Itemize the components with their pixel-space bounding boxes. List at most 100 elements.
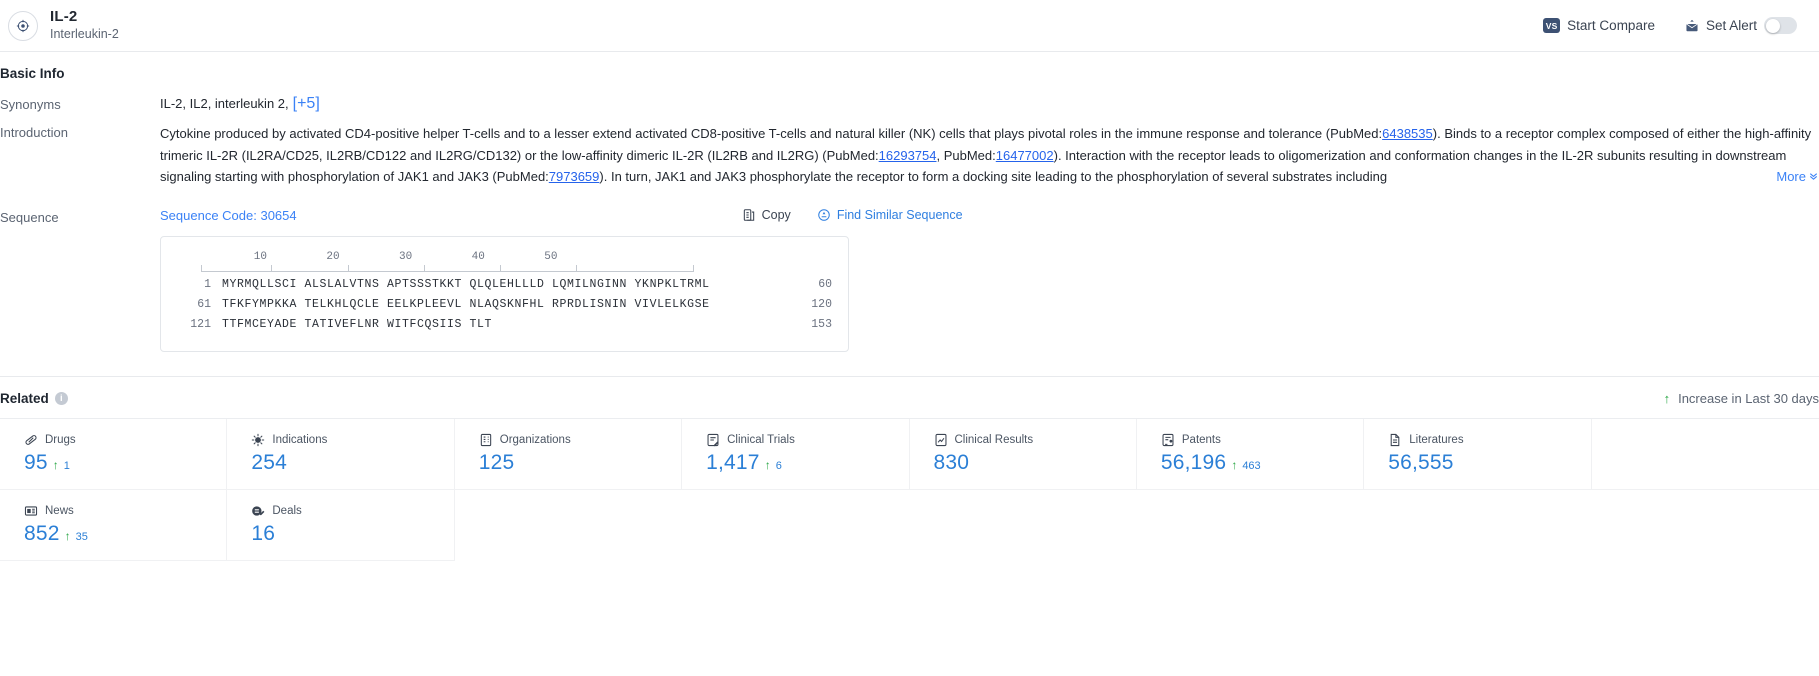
- stat-cell-deals[interactable]: Deals16: [227, 490, 454, 561]
- stat-cell-indications[interactable]: Indications254: [227, 419, 454, 490]
- ruler-tick: [500, 265, 501, 272]
- stat-header: Drugs: [24, 433, 226, 447]
- patent-icon: [1161, 433, 1175, 447]
- ruler-tick: [271, 265, 272, 272]
- stat-cell-empty: [1592, 419, 1819, 490]
- stat-delta: 35: [76, 531, 88, 543]
- copy-sequence-button[interactable]: Copy: [742, 208, 791, 222]
- copy-icon: [742, 208, 756, 222]
- increase-legend: ↑ Increase in Last 30 days: [1664, 391, 1819, 406]
- stat-value[interactable]: 95: [24, 451, 48, 475]
- related-header: Related i ↑ Increase in Last 30 days: [0, 377, 1819, 406]
- sequence-start-index: 61: [177, 295, 211, 315]
- stat-label: Organizations: [500, 434, 571, 446]
- stat-value[interactable]: 852: [24, 522, 60, 546]
- stat-value[interactable]: 125: [479, 451, 515, 475]
- stat-delta: 1: [64, 460, 70, 472]
- synonyms-value: IL-2, IL2, interleukin 2,: [160, 96, 289, 111]
- sequence-lines: 1MYRMQLLSCI ALSLALVTNS APTSSSTKKT QLQLEH…: [177, 275, 832, 335]
- page-subtitle: Interleukin-2: [50, 28, 119, 42]
- sequence-body: Sequence Code: 30654 Copy: [160, 208, 1819, 352]
- stat-value-row: 56,555: [1388, 451, 1590, 475]
- stat-up-arrow-icon: ↑: [1231, 458, 1237, 472]
- sequence-ruler: 10 20 30 40 50: [201, 251, 832, 275]
- stat-cell-literatures[interactable]: Literatures 56,555: [1364, 419, 1591, 490]
- stat-label: Patents: [1182, 434, 1221, 446]
- stat-header: Literatures: [1388, 433, 1590, 447]
- stat-header: Clinical Results: [934, 433, 1136, 447]
- start-compare-label: Start Compare: [1567, 18, 1655, 33]
- pubmed-link[interactable]: 16293754: [879, 148, 937, 163]
- synonyms-more-link[interactable]: [+5]: [293, 95, 320, 112]
- pubmed-link[interactable]: 16477002: [996, 148, 1054, 163]
- sequence-ruler-line: [201, 265, 694, 272]
- sequence-residues: MYRMQLLSCI ALSLALVTNS APTSSSTKKT QLQLEHL…: [222, 275, 710, 295]
- start-compare-button[interactable]: VS Start Compare: [1543, 18, 1655, 33]
- target-crosshair-icon: [8, 11, 38, 41]
- ruler-tick: [576, 265, 577, 272]
- stat-cell-drugs[interactable]: Drugs 95 ↑ 1: [0, 419, 227, 490]
- stat-value-row: 1,417↑6: [706, 451, 908, 475]
- find-similar-sequence-button[interactable]: Find Similar Sequence: [817, 208, 963, 222]
- pubmed-link[interactable]: 7973659: [549, 169, 600, 184]
- stat-cell-patents[interactable]: Patents56,196↑463: [1137, 419, 1364, 490]
- info-icon[interactable]: i: [55, 392, 68, 405]
- literature-icon: [1388, 433, 1402, 447]
- introduction-more-label: More: [1776, 166, 1806, 188]
- stat-up-arrow-icon: ↑: [65, 529, 71, 543]
- stat-value[interactable]: 1,417: [706, 451, 760, 475]
- sequence-end-index: 60: [806, 275, 832, 295]
- stat-value[interactable]: 830: [934, 451, 970, 475]
- stat-up-arrow-icon: ↑: [765, 458, 771, 472]
- find-similar-label: Find Similar Sequence: [837, 208, 963, 222]
- stat-up-arrow-icon: ↑: [53, 458, 59, 472]
- stat-value[interactable]: 16: [251, 522, 275, 546]
- header-actions: VS Start Compare Set Alert: [1543, 17, 1797, 34]
- introduction-more-button[interactable]: More: [1770, 166, 1819, 188]
- stat-header: News: [24, 504, 226, 518]
- basic-info-heading: Basic Info: [0, 52, 1819, 87]
- stat-label: Clinical Trials: [727, 434, 795, 446]
- stat-value[interactable]: 56,196: [1161, 451, 1226, 475]
- stat-cell-organizations[interactable]: Organizations 125: [455, 419, 682, 490]
- stat-value-row: 852 ↑ 35: [24, 522, 226, 546]
- ruler-tick: [424, 265, 425, 272]
- sequence-line: 121TTFMCEYADE TATIVEFLNR WITFCQSIIS TLT1…: [177, 315, 832, 335]
- stat-value-row: 254: [251, 451, 453, 475]
- page-title: IL-2: [50, 9, 119, 26]
- sequence-viewer: 10 20 30 40 50 1MYRMQLLSCI ALSLALVTNS AP…: [160, 236, 849, 352]
- vs-icon: VS: [1543, 18, 1560, 33]
- stat-value-row: 56,196↑463: [1161, 451, 1363, 475]
- sequence-start-index: 121: [177, 315, 211, 335]
- stat-header: Organizations: [479, 433, 681, 447]
- stat-cell-clinical-results[interactable]: Clinical Results 830: [910, 419, 1137, 490]
- building-icon: [479, 433, 493, 447]
- stat-value[interactable]: 254: [251, 451, 287, 475]
- pubmed-link[interactable]: 6438535: [1382, 126, 1433, 141]
- pill-icon: [24, 433, 38, 447]
- sequence-residues: TTFMCEYADE TATIVEFLNR WITFCQSIIS TLT: [222, 315, 492, 335]
- set-alert-button[interactable]: Set Alert: [1685, 17, 1797, 34]
- stat-value-row: 95 ↑ 1: [24, 451, 226, 475]
- stat-label: Literatures: [1409, 434, 1463, 446]
- synonyms-label: Synonyms: [0, 95, 160, 112]
- introduction-body: Cytokine produced by activated CD4-posit…: [160, 123, 1819, 188]
- stat-cell-clinical-trials[interactable]: Clinical Trials1,417↑6: [682, 419, 909, 490]
- copy-label: Copy: [762, 208, 791, 222]
- introduction-row: Introduction Cytokine produced by activa…: [0, 117, 1819, 190]
- ruler-tick: [348, 265, 349, 272]
- set-alert-toggle[interactable]: [1764, 17, 1797, 34]
- sequence-residues: TFKFYMPKKA TELKHLQCLE EELKPLEEVL NLAQSKN…: [222, 295, 710, 315]
- related-title: Related: [0, 391, 49, 406]
- sequence-end-index: 120: [806, 295, 832, 315]
- stat-value[interactable]: 56,555: [1388, 451, 1453, 475]
- page-content: Basic Info Synonyms IL-2, IL2, interleuk…: [0, 52, 1819, 561]
- page-title-block: IL-2 Interleukin-2: [50, 9, 119, 42]
- bell-alert-icon: [1685, 19, 1699, 33]
- synonyms-row: Synonyms IL-2, IL2, interleukin 2, [+5]: [0, 87, 1819, 117]
- sequence-code-link[interactable]: Sequence Code: 30654: [160, 208, 297, 223]
- stat-label: Clinical Results: [955, 434, 1034, 446]
- sequence-line: 61 TFKFYMPKKA TELKHLQCLE EELKPLEEVL NLAQS…: [177, 295, 832, 315]
- stat-cell-news[interactable]: News 852 ↑ 35: [0, 490, 227, 561]
- sequence-actions: Copy Find Similar Sequence: [742, 208, 963, 222]
